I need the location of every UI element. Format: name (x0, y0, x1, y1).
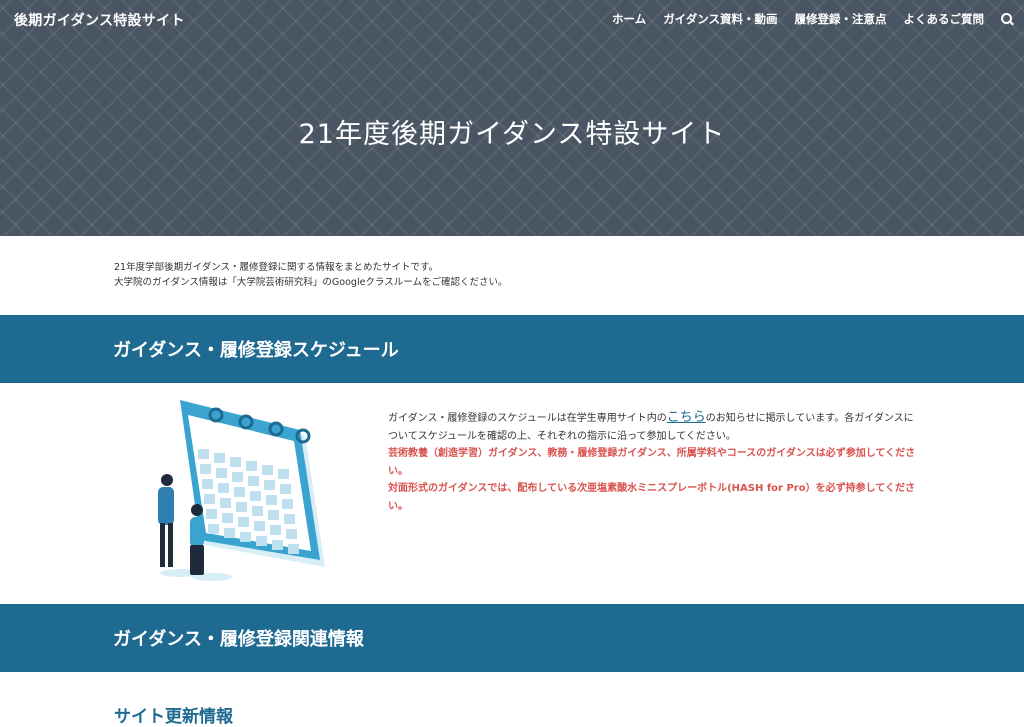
calendar-cell (236, 502, 247, 512)
nav-home[interactable]: ホーム (612, 11, 646, 27)
calendar-cell (248, 476, 259, 486)
updates-heading: サイト更新情報 (114, 707, 233, 727)
calendar-cell (278, 469, 289, 479)
calendar-cell (222, 513, 233, 523)
related-heading-band: ガイダンス・履修登録関連情報 (0, 604, 1024, 672)
site-title-link[interactable]: 後期ガイダンス特設サイト (14, 10, 185, 30)
calendar-cell (204, 494, 215, 504)
calendar-cell (200, 464, 211, 474)
calendar-cell (224, 528, 235, 538)
calendar-cell (246, 461, 257, 471)
calendar-cell (198, 449, 209, 459)
schedule-text: ガイダンス・履修登録のスケジュールは在学生専用サイト内のこちらのお知らせに掲示し… (388, 409, 916, 515)
main-nav: ホーム ガイダンス資料・動画 履修登録・注意点 よくあるご質問 (595, 11, 1014, 27)
calendar-cell (206, 509, 217, 519)
calendar-cell (282, 499, 293, 509)
calendar-cell (288, 544, 299, 554)
schedule-alert-1: 芸術教養（創造学習）ガイダンス、教務・履修登録ガイダンス、所属学科やコースのガイ… (388, 448, 916, 477)
related-heading: ガイダンス・履修登録関連情報 (113, 629, 364, 650)
hero-header: 後期ガイダンス特設サイト ホーム ガイダンス資料・動画 履修登録・注意点 よくあ… (0, 0, 1024, 236)
calendar-cell (266, 495, 277, 505)
calendar-cell (232, 472, 243, 482)
calendar-cell (256, 536, 267, 546)
top-bar: 後期ガイダンス特設サイト ホーム ガイダンス資料・動画 履修登録・注意点 よくあ… (0, 0, 1024, 36)
calendar-cell (270, 525, 281, 535)
schedule-text-part-1: ガイダンス・履修登録のスケジュールは在学生専用サイト内の (388, 413, 667, 424)
calendar-cell (216, 468, 227, 478)
calendar-cell (202, 479, 213, 489)
intro-section: 21年度学部後期ガイダンス・履修登録に関する情報をまとめたサイトです。 大学院の… (0, 236, 1024, 315)
nav-course-registration[interactable]: 履修登録・注意点 (795, 11, 887, 27)
calendar-cell (218, 483, 229, 493)
nav-faq[interactable]: よくあるご質問 (904, 11, 985, 27)
schedule-paragraph: ガイダンス・履修登録のスケジュールは在学生専用サイト内のこちらのお知らせに掲示し… (388, 409, 916, 445)
schedule-alert-2: 対面形式のガイダンスでは、配布している次亜塩素酸水ミニスプレーボトル(HASH … (388, 483, 915, 512)
intro-line-2: 大学院のガイダンス情報は「大学院芸術研究科」のGoogleクラスルームをご確認く… (114, 277, 508, 288)
calendar-cell (268, 510, 279, 520)
calendar-cell (234, 487, 245, 497)
calendar-cell (286, 529, 297, 539)
hero-title: 21年度後期ガイダンス特設サイト (298, 119, 726, 150)
calendar-cell (264, 480, 275, 490)
calendar-cell (250, 491, 261, 501)
calendar-cell (220, 498, 231, 508)
calendar-cell (272, 540, 283, 550)
calendar-cell (252, 506, 263, 516)
schedule-section: ガイダンス・履修登録のスケジュールは在学生専用サイト内のこちらのお知らせに掲示し… (0, 383, 1024, 604)
calendar-cell (240, 532, 251, 542)
schedule-link[interactable]: こちら (667, 410, 706, 425)
schedule-heading-band: ガイダンス・履修登録スケジュール (0, 315, 1024, 383)
nav-guidance-materials[interactable]: ガイダンス資料・動画 (663, 11, 777, 27)
schedule-heading: ガイダンス・履修登録スケジュール (113, 340, 399, 361)
search-icon[interactable] (1000, 12, 1014, 26)
calendar-cell (214, 453, 225, 463)
calendar-cell (238, 517, 249, 527)
calendar-cell (208, 524, 219, 534)
intro-line-1: 21年度学部後期ガイダンス・履修登録に関する情報をまとめたサイトです。 (114, 262, 439, 273)
calendar-cell (254, 521, 265, 531)
updates-section: サイト更新情報 (0, 672, 1024, 727)
calendar-cell (230, 457, 241, 467)
calendar-cell (262, 465, 273, 475)
calendar-cell (280, 484, 291, 494)
calendar-illustration (158, 400, 325, 581)
calendar-cell (284, 514, 295, 524)
